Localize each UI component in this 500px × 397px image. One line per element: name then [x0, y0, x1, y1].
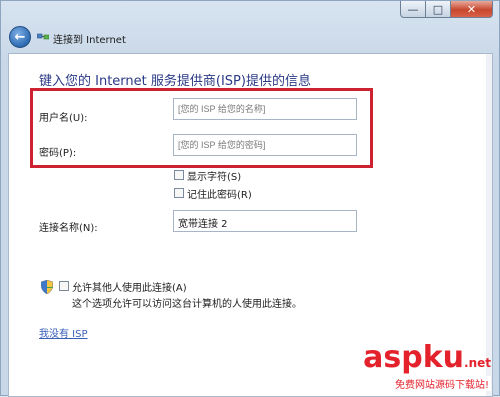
title-bar: — □ ✕ [1, 1, 499, 23]
page-heading: 键入您的 Internet 服务提供商(ISP)提供的信息 [39, 74, 311, 89]
network-icon [37, 33, 49, 40]
back-arrow-icon: ← [14, 29, 26, 45]
close-button[interactable]: ✕ [451, 1, 493, 18]
caption-buttons: — □ ✕ [400, 1, 493, 18]
navigation-bar: ← 连接到 Internet [1, 23, 499, 51]
dialog-window: — □ ✕ ← 连接到 Internet 键入您的 Internet 服务提供商… [0, 0, 500, 397]
password-input[interactable] [173, 134, 357, 156]
allow-others-description: 这个选项允许可以访问这台计算机的人使用此连接。 [72, 299, 302, 310]
connection-name-input[interactable]: 宽带连接 2 [173, 210, 357, 232]
password-label: 密码(P): [39, 148, 77, 159]
username-input[interactable] [173, 98, 357, 120]
minimize-button[interactable]: — [400, 1, 426, 18]
watermark: aspku.net 免费网站源码下载站! [363, 343, 491, 391]
watermark-brand: aspku.net [363, 340, 491, 375]
remember-password-checkbox[interactable] [174, 188, 184, 198]
show-characters-label: 显示字符(S) [187, 172, 242, 183]
allow-others-label: 允许其他人使用此连接(A) [72, 283, 187, 294]
remember-password-label: 记住此密码(R) [187, 190, 252, 201]
watermark-tagline: 免费网站源码下载站! [363, 376, 491, 391]
shield-icon [41, 280, 53, 294]
connection-name-label: 连接名称(N): [39, 223, 98, 234]
back-button[interactable]: ← [9, 26, 31, 48]
maximize-button[interactable]: □ [426, 1, 451, 18]
no-isp-link[interactable]: 我没有 ISP [39, 325, 88, 340]
username-label: 用户名(U): [39, 113, 88, 124]
allow-others-checkbox[interactable] [59, 281, 69, 291]
window-title: 连接到 Internet [53, 35, 126, 46]
show-characters-checkbox[interactable] [174, 170, 184, 180]
